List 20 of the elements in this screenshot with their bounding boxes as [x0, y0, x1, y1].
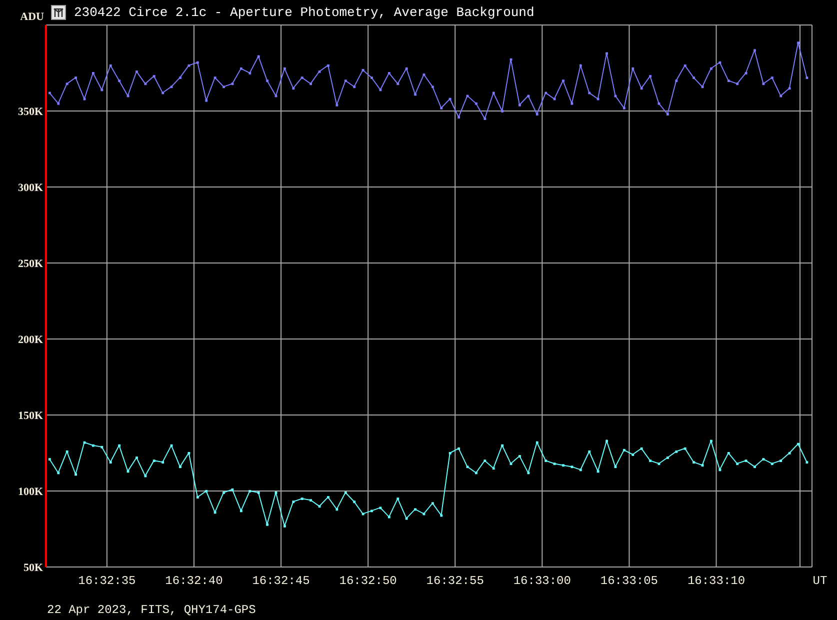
x-tick-label: 16:33:00 — [513, 574, 571, 588]
x-tick-label: 16:32:35 — [78, 574, 136, 588]
y-tick-label: 200K — [18, 334, 43, 346]
y-axis-label: ADU — [19, 11, 44, 24]
y-tick-label: 350K — [18, 106, 43, 118]
y-tick-label: 250K — [18, 258, 43, 270]
x-tick-label: 16:32:50 — [339, 574, 397, 588]
y-tick-label: 50K — [23, 562, 43, 574]
y-tick-label: 100K — [18, 486, 43, 498]
x-tick-label: 16:32:55 — [426, 574, 484, 588]
x-axis-label: UT — [812, 574, 828, 588]
app-icon — [51, 5, 66, 20]
y-tick-label: 300K — [18, 182, 43, 194]
x-tick-label: 16:32:40 — [165, 574, 223, 588]
status-text: 22 Apr 2023, FITS, QHY174-GPS — [47, 603, 256, 617]
y-tick-label: 150K — [18, 410, 43, 422]
x-tick-label: 16:33:10 — [687, 574, 746, 588]
x-tick-label: 16:32:45 — [252, 574, 310, 588]
window-title: 230422 Circe 2.1c - Aperture Photometry, Average Background — [74, 5, 534, 22]
x-tick-label: 16:33:05 — [600, 574, 658, 588]
